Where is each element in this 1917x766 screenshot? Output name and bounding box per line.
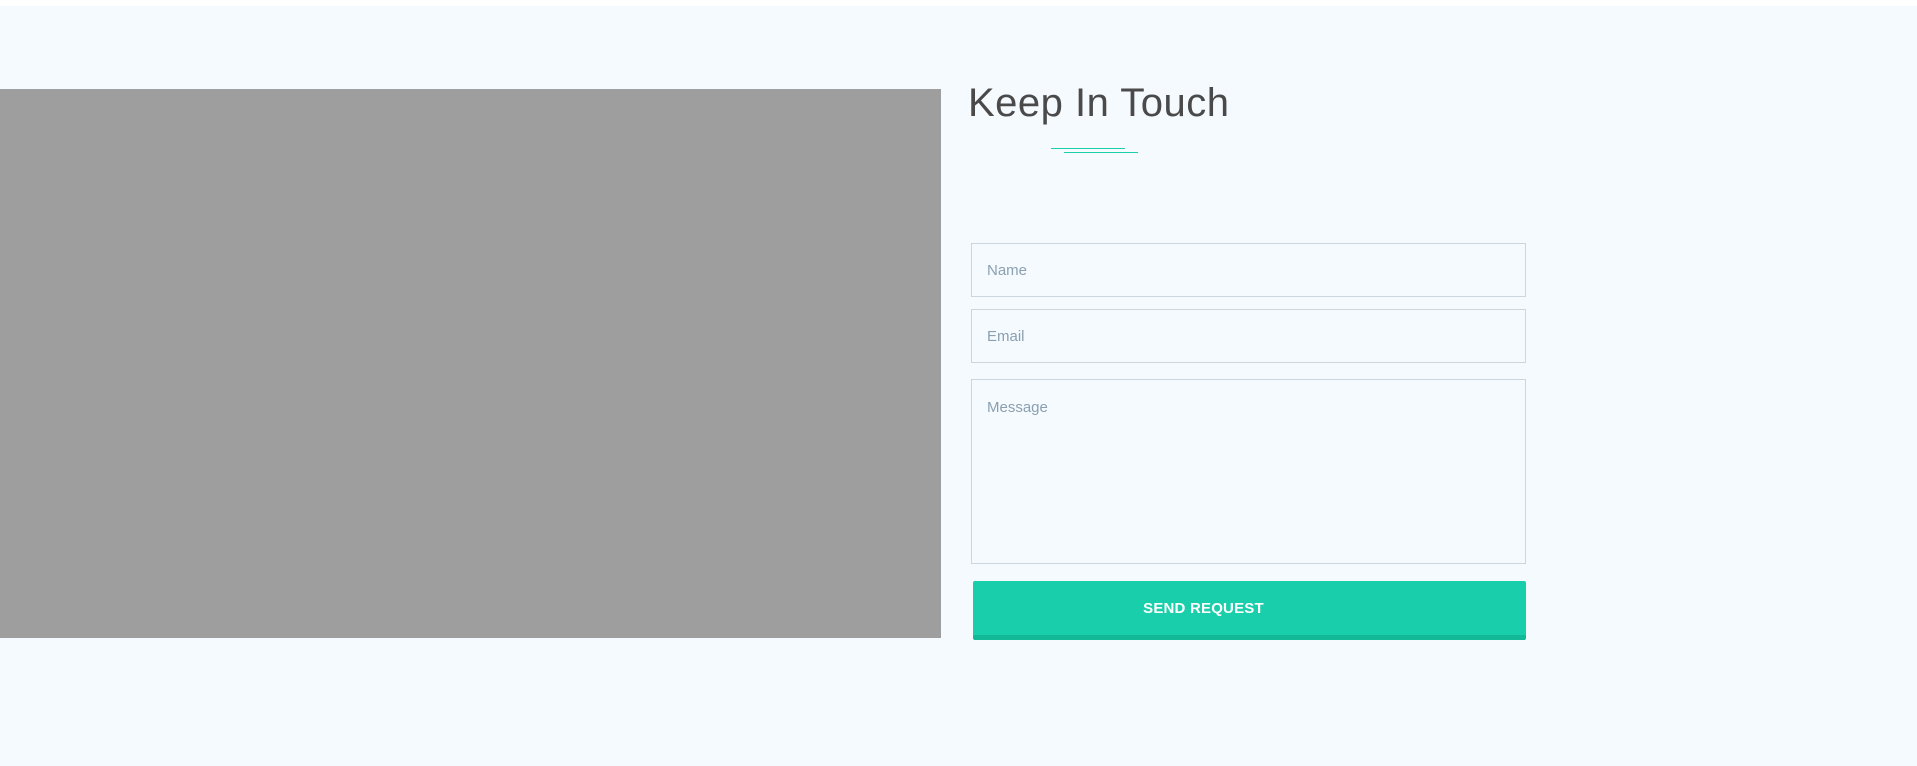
- name-input[interactable]: [971, 243, 1526, 297]
- title-underline-decoration: [1050, 147, 1140, 155]
- underline-line-top: [1051, 148, 1125, 149]
- map-placeholder: [0, 89, 941, 638]
- underline-line-bottom: [1064, 152, 1138, 153]
- contact-title: Keep In Touch: [968, 81, 1230, 125]
- message-textarea[interactable]: [971, 379, 1526, 564]
- email-input[interactable]: [971, 309, 1526, 363]
- send-request-button[interactable]: SEND REQUEST: [973, 581, 1526, 640]
- send-request-label: SEND REQUEST: [1143, 599, 1264, 617]
